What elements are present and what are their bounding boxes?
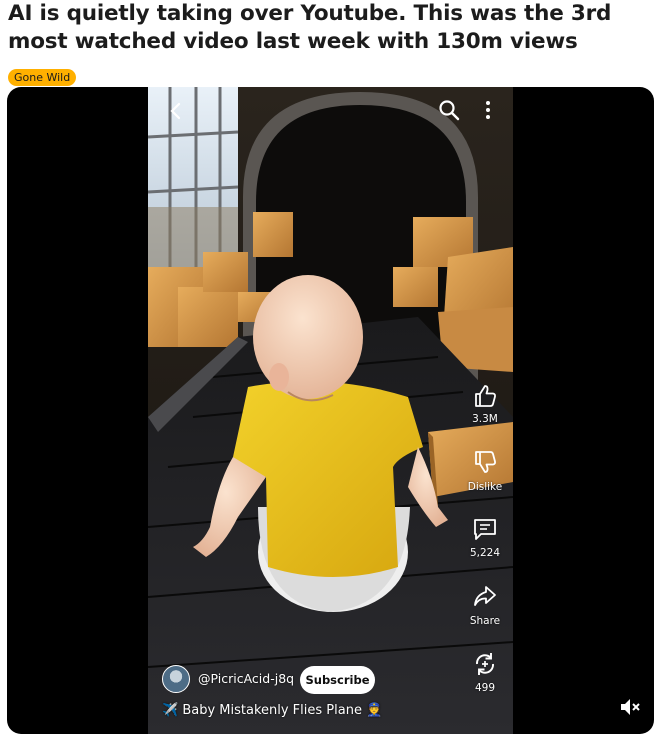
comment-icon[interactable] — [472, 516, 498, 542]
like-icon[interactable] — [472, 383, 498, 409]
video-title[interactable]: ✈️ Baby Mistakenly Flies Plane 👮 — [162, 703, 382, 718]
video-frame[interactable]: 3.3M Dislike 5,224 Share 499 @PicricAcid… — [148, 87, 513, 734]
channel-avatar[interactable] — [162, 665, 190, 693]
share-label: Share — [469, 615, 501, 627]
video-player[interactable]: 3.3M Dislike 5,224 Share 499 @PicricAcid… — [7, 87, 654, 734]
back-icon[interactable] — [166, 101, 186, 121]
comment-count: 5,224 — [469, 547, 501, 559]
muted-speaker-icon[interactable] — [619, 696, 641, 718]
share-icon[interactable] — [472, 583, 498, 609]
like-count: 3.3M — [472, 413, 498, 425]
subscribe-button[interactable]: Subscribe — [300, 666, 375, 694]
remix-count: 499 — [474, 682, 496, 694]
video-scene-image — [148, 87, 513, 734]
more-vertical-icon[interactable] — [483, 99, 493, 121]
channel-name[interactable]: @PicricAcid-j8q — [198, 671, 294, 686]
post-title[interactable]: AI is quietly taking over Youtube. This … — [8, 0, 653, 56]
remix-icon[interactable] — [472, 651, 498, 677]
dislike-label: Dislike — [467, 481, 503, 493]
post-flair[interactable]: Gone Wild — [8, 69, 77, 86]
dislike-icon[interactable] — [472, 449, 498, 475]
search-icon[interactable] — [438, 99, 460, 121]
